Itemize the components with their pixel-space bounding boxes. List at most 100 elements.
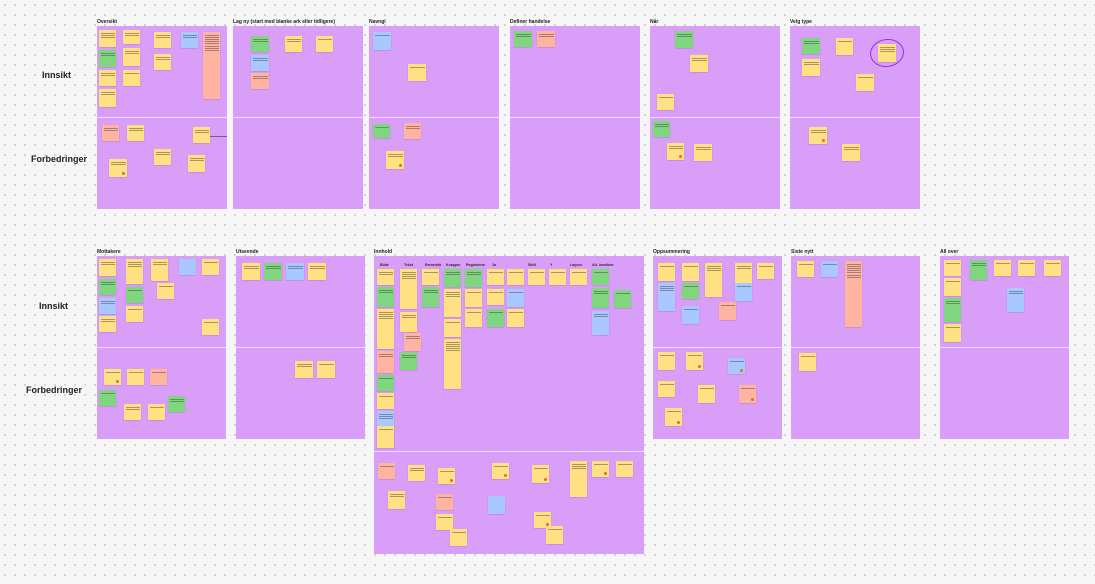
board-velg-type[interactable] <box>790 26 920 209</box>
board-oppsummering[interactable] <box>653 256 782 439</box>
sticky-note[interactable] <box>154 32 171 48</box>
sticky-note[interactable] <box>675 31 693 48</box>
sticky-note[interactable] <box>570 269 587 285</box>
sticky-note[interactable] <box>104 369 121 385</box>
sticky-note[interactable] <box>616 461 633 477</box>
sticky-note[interactable] <box>944 278 961 296</box>
sticky-note[interactable] <box>99 89 116 107</box>
sticky-note[interactable] <box>944 324 961 342</box>
sticky-note[interactable] <box>317 361 335 378</box>
sticky-note[interactable] <box>592 311 609 335</box>
sticky-note[interactable] <box>719 302 736 320</box>
sticky-note[interactable] <box>488 496 505 514</box>
sticky-note[interactable] <box>653 121 670 137</box>
sticky-note[interactable] <box>408 64 426 81</box>
sticky-note[interactable] <box>179 259 196 275</box>
sticky-note[interactable] <box>1007 288 1024 312</box>
sticky-note[interactable] <box>202 319 219 335</box>
sticky-note[interactable] <box>157 283 174 299</box>
board-utseende[interactable] <box>236 256 365 439</box>
sticky-note[interactable] <box>408 465 425 481</box>
sticky-note[interactable] <box>528 269 545 285</box>
sticky-note[interactable] <box>377 426 394 448</box>
sticky-note[interactable] <box>836 38 853 55</box>
sticky-note[interactable] <box>242 263 260 280</box>
board-lag-ny[interactable] <box>233 26 363 209</box>
sticky-note[interactable] <box>856 74 874 91</box>
sticky-note[interactable] <box>658 381 675 397</box>
sticky-note[interactable] <box>735 283 752 301</box>
sticky-note[interactable] <box>944 298 961 322</box>
sticky-note[interactable] <box>308 263 326 280</box>
board-navngi[interactable] <box>369 26 499 209</box>
sticky-note[interactable] <box>109 159 127 177</box>
board-all-over[interactable] <box>940 256 1069 439</box>
connector-line[interactable] <box>210 136 227 137</box>
sticky-note[interactable] <box>377 393 394 409</box>
sticky-note[interactable] <box>126 287 143 303</box>
sticky-note[interactable] <box>124 404 141 420</box>
sticky-note[interactable] <box>735 263 752 283</box>
circle-highlight-icon[interactable] <box>868 36 906 70</box>
sticky-note[interactable] <box>507 309 524 327</box>
sticky-note[interactable] <box>757 263 774 279</box>
sticky-note[interactable] <box>698 385 715 403</box>
sticky-note[interactable] <box>797 261 814 277</box>
sticky-note[interactable] <box>388 491 405 509</box>
sticky-note[interactable] <box>438 468 455 484</box>
sticky-note[interactable] <box>99 390 116 406</box>
sticky-note[interactable] <box>295 361 313 378</box>
sticky-note[interactable] <box>658 283 675 311</box>
sticky-note[interactable] <box>99 279 116 295</box>
sticky-note[interactable] <box>154 54 171 70</box>
sticky-note[interactable] <box>682 283 699 299</box>
sticky-note[interactable] <box>546 526 563 544</box>
sticky-note[interactable] <box>202 259 219 275</box>
sticky-note[interactable] <box>728 358 745 374</box>
sticky-note[interactable] <box>99 316 116 332</box>
sticky-note[interactable] <box>123 30 140 44</box>
sticky-note[interactable] <box>373 124 390 138</box>
sticky-note[interactable] <box>444 339 461 389</box>
sticky-note[interactable] <box>658 352 675 370</box>
sticky-note[interactable] <box>404 333 421 351</box>
sticky-note[interactable] <box>422 287 439 307</box>
sticky-note[interactable] <box>99 70 116 86</box>
sticky-note[interactable] <box>264 263 282 280</box>
sticky-note[interactable] <box>487 269 504 285</box>
sticky-note[interactable] <box>386 151 404 169</box>
board-siste-nytt[interactable] <box>791 256 920 439</box>
sticky-note[interactable] <box>845 261 862 327</box>
sticky-note[interactable] <box>592 269 609 285</box>
sticky-note[interactable] <box>436 514 453 530</box>
sticky-note[interactable] <box>487 309 504 327</box>
sticky-note[interactable] <box>102 125 119 141</box>
sticky-note[interactable] <box>151 259 168 281</box>
sticky-note[interactable] <box>657 94 674 110</box>
sticky-note[interactable] <box>802 38 820 54</box>
board-mottakere[interactable] <box>97 256 226 439</box>
sticky-note[interactable] <box>203 32 220 99</box>
sticky-note[interactable] <box>181 32 198 48</box>
sticky-note[interactable] <box>686 352 703 370</box>
sticky-note[interactable] <box>126 259 143 284</box>
sticky-note[interactable] <box>377 269 394 285</box>
sticky-note[interactable] <box>682 306 699 324</box>
sticky-note[interactable] <box>1044 260 1061 276</box>
sticky-note[interactable] <box>316 36 333 52</box>
sticky-note[interactable] <box>690 55 708 72</box>
sticky-note[interactable] <box>705 263 722 297</box>
sticky-note[interactable] <box>251 36 269 52</box>
sticky-note[interactable] <box>126 306 143 322</box>
sticky-note[interactable] <box>1018 260 1035 276</box>
sticky-note[interactable] <box>127 369 144 385</box>
sticky-note[interactable] <box>188 155 205 172</box>
sticky-note[interactable] <box>944 260 961 276</box>
board-oversikt[interactable] <box>97 26 227 209</box>
sticky-note[interactable] <box>799 353 816 371</box>
sticky-note[interactable] <box>665 408 682 426</box>
sticky-note[interactable] <box>378 463 395 479</box>
sticky-note[interactable] <box>487 289 504 305</box>
sticky-note[interactable] <box>99 30 116 47</box>
sticky-note[interactable] <box>970 260 987 280</box>
